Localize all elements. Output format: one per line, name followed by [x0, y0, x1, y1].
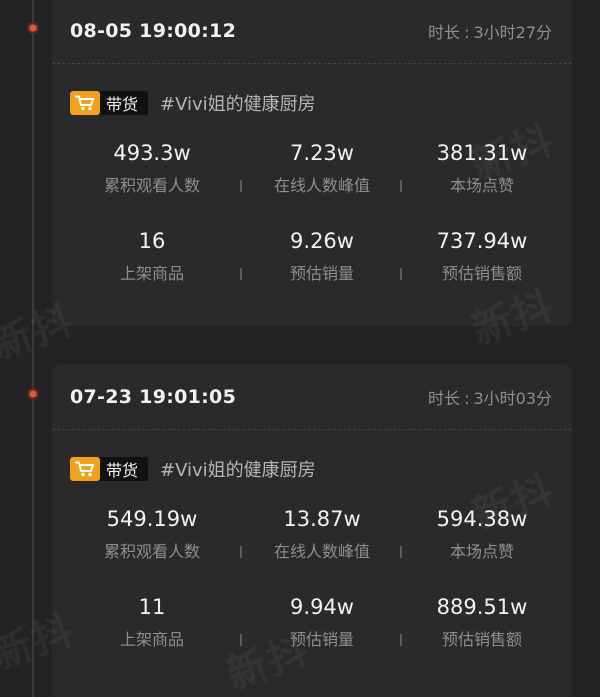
stat-label: 预估销售额 [441, 264, 522, 283]
sales-tag: 带货 [70, 91, 149, 115]
timeline-line [32, 0, 34, 697]
session-topic[interactable]: #Vivi姐的健康厨房 [160, 90, 316, 116]
stat-label: 累积观看人数 [103, 176, 200, 195]
session-topic[interactable]: #Vivi姐的健康厨房 [160, 456, 316, 482]
live-session-timeline: 08-05 19:00:12 时长:3小时27分 带货 #Vivi姐的健康厨房 … [0, 0, 600, 697]
stat-cell: 9.26w 预估销量 [242, 208, 402, 296]
stat-cell: 13.87w 在线人数峰值 [242, 486, 402, 574]
duration-value: 3小时27分 [473, 22, 552, 42]
tag-label: 带货 [106, 461, 139, 480]
duration-label: 时长 [428, 22, 461, 42]
stat-label: 预估销量 [289, 630, 354, 649]
stat-label: 上架商品 [119, 630, 184, 649]
timeline-dot-icon [27, 388, 39, 400]
stat-label: 上架商品 [119, 264, 184, 283]
stat-label: 在线人数峰值 [273, 542, 370, 561]
live-session-card[interactable]: 07-23 19:01:05 时长:3小时03分 带货 #Vivi姐的健康厨房 … [52, 364, 572, 697]
stat-value: 549.19w [106, 507, 198, 531]
shopping-cart-icon [70, 457, 100, 481]
stat-cell: 9.94w 预估销量 [242, 574, 402, 662]
stat-label: 本场点赞 [449, 542, 514, 561]
live-session-card[interactable]: 08-05 19:00:12 时长:3小时27分 带货 #Vivi姐的健康厨房 … [52, 0, 572, 326]
shopping-cart-icon [70, 91, 100, 115]
stat-cell: 594.38w 本场点赞 [402, 486, 562, 574]
stat-value: 9.94w [290, 595, 354, 619]
stat-cell: 737.94w 预估销售额 [402, 208, 562, 296]
stat-label: 累积观看人数 [103, 542, 200, 561]
timeline-dot-icon [27, 22, 39, 34]
session-duration: 时长:3小时27分 [428, 22, 552, 42]
stat-label: 本场点赞 [449, 176, 514, 195]
stat-cell: 7.23w 在线人数峰值 [242, 120, 402, 208]
stat-label: 在线人数峰值 [273, 176, 370, 195]
session-tag-row: 带货 #Vivi姐的健康厨房 [52, 64, 572, 120]
duration-value: 3小时03分 [473, 388, 552, 408]
stat-cell: 381.31w 本场点赞 [402, 120, 562, 208]
session-stats-grid: 493.3w 累积观看人数 7.23w 在线人数峰值 381.31w 本场点赞 16 上… [52, 120, 572, 296]
stat-label: 预估销量 [289, 264, 354, 283]
stat-value: 594.38w [436, 507, 528, 531]
stat-label: 预估销售额 [441, 630, 522, 649]
session-header: 08-05 19:00:12 时长:3小时27分 [52, 0, 572, 64]
tag-label: 带货 [106, 95, 139, 114]
stat-value: 737.94w [436, 229, 528, 253]
stat-value: 16 [138, 229, 166, 253]
stat-value: 889.51w [436, 595, 528, 619]
stat-cell: 493.3w 累积观看人数 [62, 120, 242, 208]
session-stats-grid: 549.19w 累积观看人数 13.87w 在线人数峰值 594.38w 本场点赞 1… [52, 486, 572, 662]
session-header: 07-23 19:01:05 时长:3小时03分 [52, 364, 572, 430]
stat-value: 7.23w [290, 141, 354, 165]
sales-tag: 带货 [70, 457, 149, 481]
session-duration: 时长:3小时03分 [428, 388, 552, 408]
stat-value: 11 [138, 595, 166, 619]
duration-label: 时长 [428, 388, 461, 408]
stat-cell: 16 上架商品 [62, 208, 242, 296]
session-tag-row: 带货 #Vivi姐的健康厨房 [52, 430, 572, 486]
stat-cell: 549.19w 累积观看人数 [62, 486, 242, 574]
stat-cell: 889.51w 预估销售额 [402, 574, 562, 662]
stat-value: 13.87w [283, 507, 361, 531]
stat-value: 493.3w [113, 141, 191, 165]
stat-value: 381.31w [436, 141, 528, 165]
stat-cell: 11 上架商品 [62, 574, 242, 662]
stat-value: 9.26w [290, 229, 354, 253]
session-start-time: 07-23 19:01:05 [70, 385, 237, 408]
session-start-time: 08-05 19:00:12 [70, 19, 237, 42]
